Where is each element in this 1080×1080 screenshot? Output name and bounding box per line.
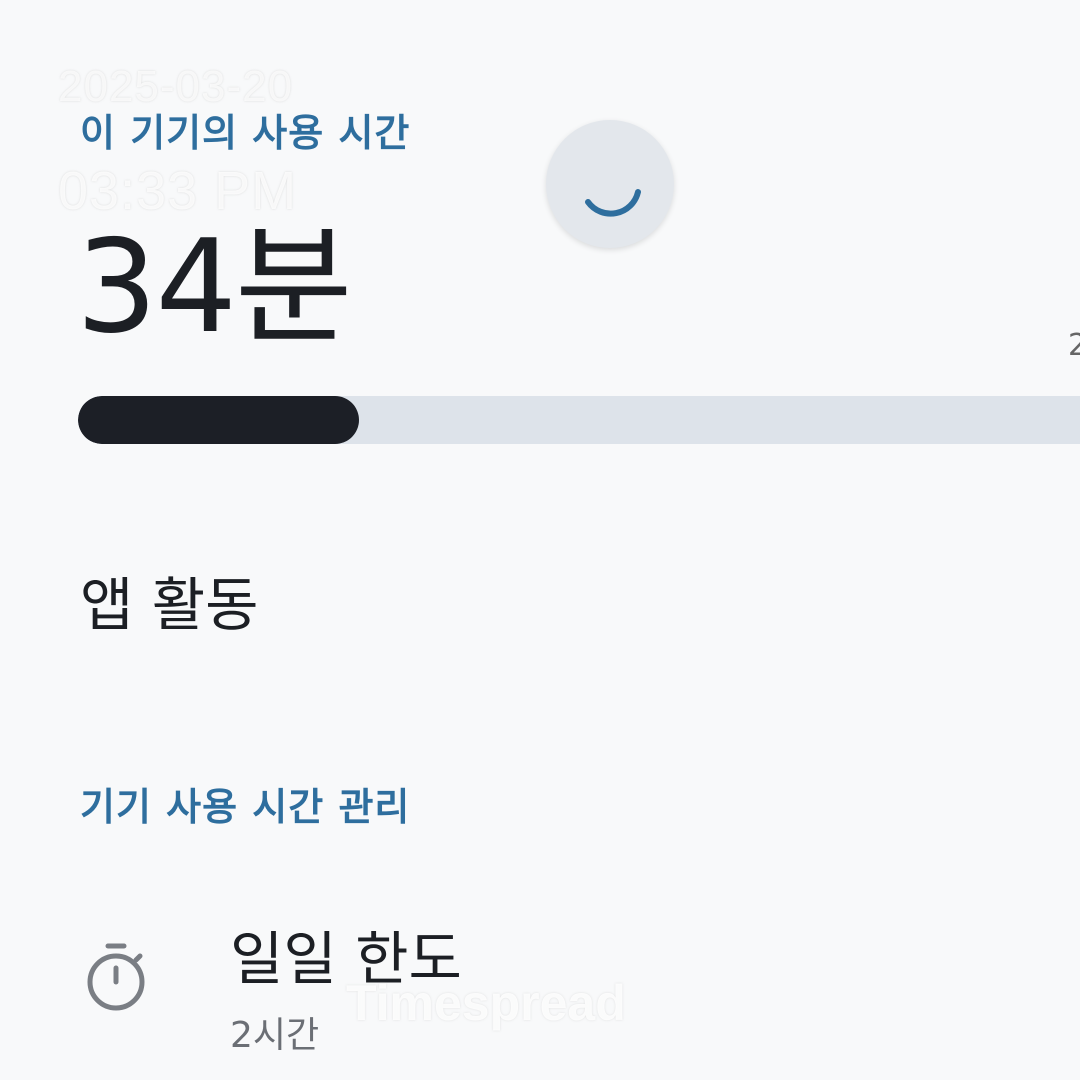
timer-icon xyxy=(84,940,148,1016)
usage-progress-fill xyxy=(78,396,359,444)
daily-limit-value: 2시간 xyxy=(230,1015,320,1056)
manage-section-title: 기기 사용 시간 관리 xyxy=(80,785,411,829)
app-activity-link[interactable]: 앱 활동 xyxy=(80,558,259,642)
watermark: Timespread xyxy=(346,975,626,1031)
total-usage-time: 34분 xyxy=(76,213,353,362)
loading-spinner xyxy=(546,120,674,248)
usage-progress-bar xyxy=(78,396,1080,444)
usage-section-title: 이 기기의 사용 시간 xyxy=(80,111,411,155)
spinner-icon xyxy=(585,189,641,217)
clipped-label: 2 xyxy=(1068,328,1080,363)
